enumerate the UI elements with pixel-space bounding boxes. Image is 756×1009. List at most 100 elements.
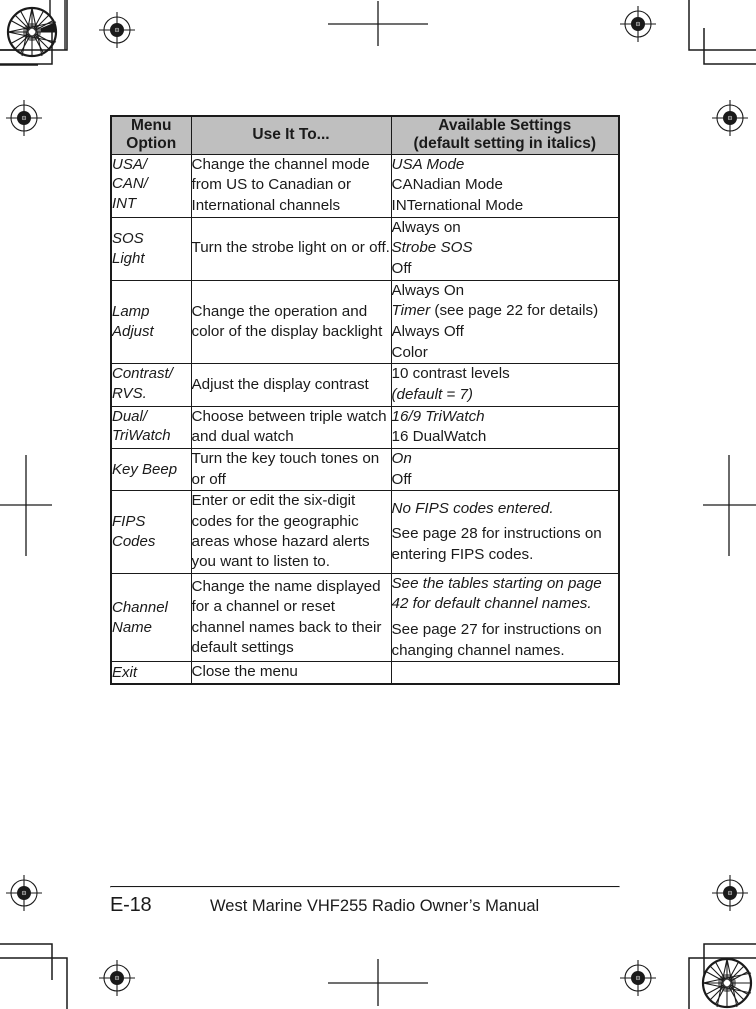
option-line: Key Beep bbox=[112, 460, 178, 478]
setting-paragraph: See page 28 for instructions on entering… bbox=[391, 525, 602, 563]
starburst-target-bottom-right bbox=[701, 957, 753, 1009]
setting-line: INTernational Mode bbox=[391, 196, 524, 214]
setting-paragraph: No FIPS codes entered. bbox=[391, 499, 554, 517]
registration-target-top-right bbox=[620, 6, 656, 42]
registration-target-top-left bbox=[99, 12, 135, 48]
registration-target-left-upper bbox=[6, 100, 42, 136]
use-it-to-cell: Change the channel mode from US to Canad… bbox=[190, 153, 392, 218]
header-line-1: Menu bbox=[131, 117, 172, 134]
menu-option-cell: USA/ CAN/ INT bbox=[110, 153, 192, 218]
use-it-to-cell: Change the operation and color of the di… bbox=[190, 279, 392, 365]
setting-line-mixed: Timer (see page 22 for details) bbox=[392, 301, 619, 322]
option-line: Light bbox=[112, 249, 145, 267]
page-footer: E-18 West Marine VHF255 Radio Owner’s Ma… bbox=[110, 886, 620, 917]
registration-target-bottom-right bbox=[620, 960, 656, 996]
option-line: INT bbox=[112, 195, 137, 213]
menu-option-cell: Exit bbox=[110, 661, 192, 685]
crop-bracket-bottom-right-inner bbox=[703, 943, 756, 980]
menu-option-cell: Contrast/ RVS. bbox=[110, 363, 192, 407]
header-line-1: Available Settings bbox=[438, 117, 572, 134]
crop-bracket-top-right-inner bbox=[703, 28, 756, 65]
crosshair-left-middle bbox=[0, 455, 52, 556]
use-it-to-cell: Close the menu bbox=[190, 661, 392, 685]
setting-line: Strobe SOS bbox=[391, 239, 473, 257]
option-line: Name bbox=[112, 618, 153, 636]
setting-line: Color bbox=[391, 343, 428, 361]
table-row: FIPS Codes Enter or edit the six-digit c… bbox=[110, 490, 620, 574]
menu-option-cell: Dual/ TriWatch bbox=[110, 405, 192, 449]
available-settings-cell: 10 contrast levels (default = 7) bbox=[390, 363, 620, 407]
setting-line: USA Mode bbox=[391, 155, 465, 173]
crop-bracket-bottom-left-outer bbox=[0, 957, 68, 1009]
use-it-to-cell: Choose between triple watch and dual wat… bbox=[190, 405, 392, 449]
table-row: USA/ CAN/ INT Change the channel mode fr… bbox=[110, 153, 620, 218]
available-settings-cell: Always on Strobe SOS Off bbox=[390, 216, 620, 281]
page-number: E-18 bbox=[110, 894, 152, 916]
available-settings-cell: Always On Timer (see page 22 for details… bbox=[390, 279, 620, 365]
setting-paragraph: See page 27 for instructions on changing… bbox=[391, 621, 602, 659]
crop-bracket-top-left-outer bbox=[0, 0, 68, 51]
table-row: Contrast/ RVS. Adjust the display contra… bbox=[110, 363, 620, 407]
available-settings-cell: 16/9 TriWatch 16 DualWatch bbox=[390, 405, 620, 449]
menu-option-cell: Key Beep bbox=[110, 447, 192, 492]
crop-bracket-top-right-outer bbox=[688, 0, 756, 51]
column-header-menu-option: Menu Option bbox=[110, 115, 192, 155]
option-line: TriWatch bbox=[112, 427, 171, 445]
available-settings-cell: USA Mode CANadian Mode INTernational Mod… bbox=[390, 153, 620, 218]
starburst-target-top-left bbox=[6, 6, 58, 58]
header-line-2: Option bbox=[126, 135, 177, 153]
menu-option-cell: Lamp Adjust bbox=[110, 279, 192, 365]
table-header-row: Menu Option Use It To... Available Setti… bbox=[110, 115, 620, 155]
setting-line: CANadian Mode bbox=[391, 176, 503, 194]
column-header-available-settings: Available Settings (default setting in i… bbox=[390, 115, 620, 155]
header-line-2: (default setting in italics) bbox=[413, 135, 597, 153]
crosshair-right-middle bbox=[703, 455, 756, 556]
available-settings-cell: On Off bbox=[390, 447, 620, 492]
menu-option-cell: FIPS Codes bbox=[110, 490, 192, 574]
table-row: Key Beep Turn the key touch tones on or … bbox=[110, 447, 620, 492]
registration-target-bottom-left bbox=[99, 960, 135, 996]
setting-line: Off bbox=[391, 470, 412, 488]
table-body: USA/ CAN/ INT Change the channel mode fr… bbox=[110, 153, 620, 685]
setting-line: Always on bbox=[391, 218, 461, 236]
setting-paragraph: See the tables starting on page 42 for d… bbox=[391, 574, 602, 613]
setting-line: 10 contrast levels bbox=[391, 365, 510, 383]
setting-line: Always Off bbox=[391, 322, 464, 340]
option-line: Channel bbox=[112, 598, 168, 616]
menu-options-table: Menu Option Use It To... Available Setti… bbox=[110, 115, 620, 685]
table-row: Channel Name Change the name displayed f… bbox=[110, 572, 620, 663]
table-row: SOS Light Turn the strobe light on or of… bbox=[110, 216, 620, 281]
setting-line: (default = 7) bbox=[391, 385, 473, 403]
option-line: USA/ bbox=[112, 155, 148, 173]
setting-default-emphasis: Timer bbox=[391, 302, 431, 320]
use-it-to-cell: Adjust the display contrast bbox=[190, 363, 392, 407]
menu-option-cell: SOS Light bbox=[110, 216, 192, 281]
footer-row: E-18 West Marine VHF255 Radio Owner’s Ma… bbox=[110, 888, 618, 917]
table-row: Lamp Adjust Change the operation and col… bbox=[110, 279, 620, 365]
menu-option-cell: Channel Name bbox=[110, 572, 192, 663]
use-it-to-cell: Enter or edit the six-digit codes for th… bbox=[190, 490, 392, 574]
option-line: Contrast/ bbox=[112, 365, 173, 383]
option-line: SOS bbox=[112, 229, 144, 247]
setting-note: (see page 22 for details) bbox=[430, 302, 599, 320]
crop-bracket-top-left-inner bbox=[0, 28, 53, 65]
registration-target-left-lower bbox=[6, 875, 42, 911]
use-it-to-cell: Turn the strobe light on or off. bbox=[190, 216, 392, 281]
page-content: Menu Option Use It To... Available Setti… bbox=[110, 115, 620, 685]
option-line: Exit bbox=[112, 663, 138, 681]
setting-line: Off bbox=[391, 259, 412, 277]
option-line: CAN/ bbox=[112, 175, 148, 193]
available-settings-cell: See the tables starting on page 42 for d… bbox=[390, 572, 620, 663]
setting-line: Always On bbox=[391, 281, 465, 299]
use-it-to-cell: Turn the key touch tones on or off bbox=[190, 447, 392, 492]
option-line: Lamp bbox=[112, 303, 150, 321]
registration-target-right-upper bbox=[712, 100, 748, 136]
available-settings-cell bbox=[390, 661, 620, 685]
option-line: Dual/ bbox=[112, 407, 148, 425]
registration-target-right-lower bbox=[712, 875, 748, 911]
table-row: Dual/ TriWatch Choose between triple wat… bbox=[110, 405, 620, 449]
column-header-use-it-to: Use It To... bbox=[190, 115, 392, 155]
setting-line: 16/9 TriWatch bbox=[391, 407, 485, 425]
option-line: Codes bbox=[112, 533, 156, 551]
setting-line: On bbox=[391, 449, 412, 467]
